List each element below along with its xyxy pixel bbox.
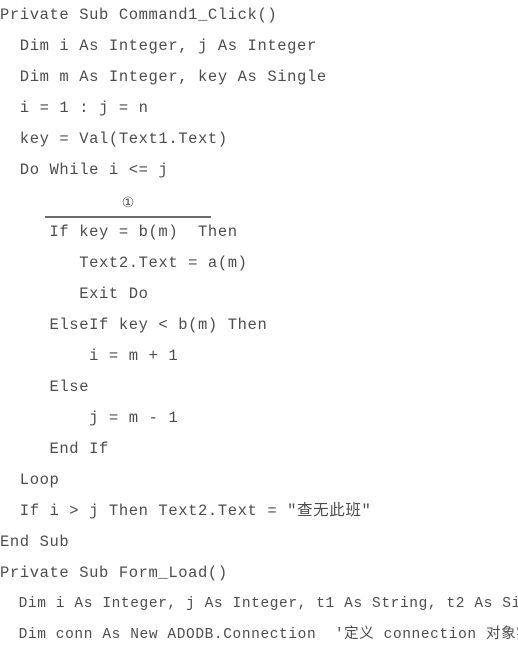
code-listing: Private Sub Command1_Click() Dim i As In… — [0, 0, 518, 643]
code-line: Else — [0, 378, 90, 396]
code-line: Dim conn As New ADODB.Connection '定义 con… — [0, 627, 518, 643]
code-line: ElseIf key < b(m) Then — [0, 316, 268, 334]
code-line: i = 1 : j = n — [0, 99, 149, 117]
code-line: Dim m As Integer, key As Single — [0, 68, 327, 86]
code-line: Do While i <= j — [0, 161, 169, 179]
code-line: Dim i As Integer, j As Integer, t1 As St… — [0, 596, 518, 612]
code-line: i = m + 1 — [0, 347, 179, 365]
code-line: Text2.Text = a(m) — [0, 254, 248, 272]
code-line: key = Val(Text1.Text) — [0, 130, 228, 148]
fill-in-blank-slot[interactable]: ① — [45, 194, 211, 218]
code-line: Exit Do — [0, 285, 149, 303]
code-line: If key = b(m) Then — [0, 223, 238, 241]
code-line: Private Sub Form_Load() — [0, 564, 228, 582]
code-line: If i > j Then Text2.Text = "查无此班" — [0, 502, 372, 520]
code-line: End If — [0, 440, 109, 458]
code-line: End Sub — [0, 533, 70, 551]
blank-number-marker: ① — [121, 195, 135, 211]
code-line: j = m - 1 — [0, 409, 179, 427]
code-line: Loop — [0, 471, 60, 489]
code-line: Dim i As Integer, j As Integer — [0, 37, 317, 55]
code-line: Private Sub Command1_Click() — [0, 6, 278, 24]
